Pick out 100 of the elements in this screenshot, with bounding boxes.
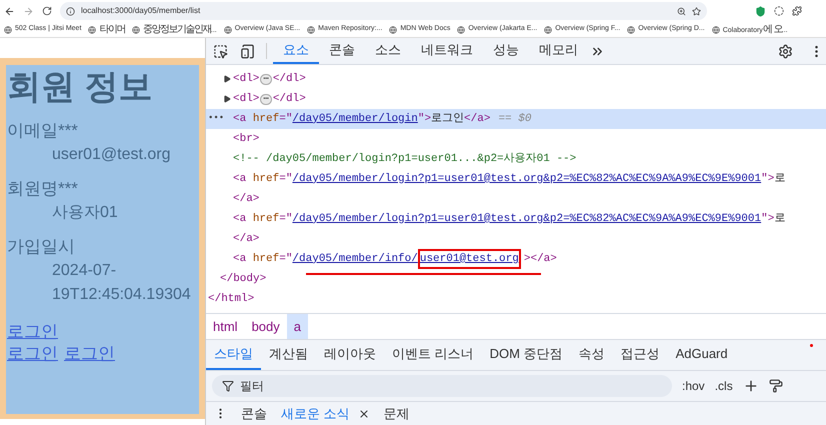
reload-icon[interactable]	[42, 6, 52, 16]
dom-line[interactable]: <br>	[206, 129, 826, 149]
site-icon[interactable]	[224, 26, 232, 34]
attribute-name: href	[252, 252, 280, 267]
html-tag: <dl>	[233, 70, 260, 88]
devtools-tab[interactable]: 콘솔	[319, 38, 365, 64]
zoom-icon[interactable]	[677, 6, 686, 16]
site-icon[interactable]	[132, 26, 140, 34]
site-icon[interactable]	[4, 26, 12, 34]
breadcrumb-item[interactable]: html	[206, 314, 245, 339]
line-menu-text[interactable]: •••	[208, 112, 224, 126]
field-value: 사용자01	[52, 203, 119, 223]
html-tag: ="	[279, 250, 292, 268]
html-tag: <dl>	[233, 90, 260, 108]
info-icon[interactable]	[66, 6, 75, 16]
close-icon[interactable]	[358, 408, 370, 420]
styles-tab[interactable]: AdGuard	[668, 340, 736, 370]
site-icon[interactable]	[627, 26, 636, 34]
drawer-tab[interactable]: 문제	[384, 404, 410, 424]
html-tag: <a	[233, 250, 253, 268]
site-icon[interactable]	[307, 26, 316, 34]
styles-tab[interactable]: 이벤트 리스너	[384, 340, 482, 370]
filter-field[interactable]: 필터	[212, 375, 672, 397]
element-text: 로	[774, 172, 786, 187]
shield-icon[interactable]	[755, 6, 766, 16]
add-rule-icon[interactable]	[742, 378, 759, 394]
settings-icon[interactable]	[778, 44, 793, 58]
dom-line[interactable]: <a href="/day05/member/login?p1=user01@test.org&p2=%EC%82%AC%EC%9A%A9%EC%9E%9001">로	[206, 209, 826, 229]
html-tag: ">	[418, 110, 432, 128]
html-tag: ></a>	[524, 250, 557, 268]
href-link[interactable]: /day05/member/info/	[292, 250, 418, 268]
device-toolbar-icon[interactable]	[240, 44, 255, 58]
dom-line[interactable]: <dl> ⋯ </dl>	[206, 69, 826, 89]
drawer-tab[interactable]: 새로운 소식	[281, 404, 370, 424]
element-text: 로그인	[431, 112, 464, 127]
attribute-name: href	[252, 112, 280, 127]
class-button[interactable]: .cls	[714, 377, 733, 395]
devtools-tab[interactable]: 소스	[365, 38, 411, 64]
html-tag: </dl>	[272, 70, 306, 88]
extensions-icon[interactable]	[792, 6, 802, 16]
styles-tab[interactable]: 접근성	[612, 340, 668, 370]
dom-line[interactable]: <!-- /day05/member/login?p1=user01...&p2=사용자01 -->	[206, 149, 826, 169]
styles-tab[interactable]: 계산됨	[261, 340, 316, 370]
html-tag: </dl>	[272, 90, 306, 108]
extension-circle-icon[interactable]	[774, 6, 784, 16]
field-value: user01@test.org	[52, 145, 172, 165]
selection-hint: == $0	[498, 112, 532, 127]
site-icon[interactable]	[544, 26, 552, 34]
href-link[interactable]: /day05/member/login?p1=user01@test.org&p2=%EC%82%AC%EC%9A%A9%EC%9E%9001	[292, 170, 762, 188]
site-icon[interactable]	[389, 26, 398, 34]
page-title: 회원 정보	[7, 67, 154, 108]
field-value: 2024-07-19T12:45:04.19304	[52, 261, 192, 305]
collapsed-content-button[interactable]: ⋯	[260, 74, 272, 84]
styles-tab[interactable]: DOM 중단점	[482, 340, 571, 370]
devtools-tab[interactable]: 메모리	[529, 38, 588, 64]
expand-triangle-icon[interactable]	[223, 95, 231, 103]
drawer-tab[interactable]: 콘솔	[241, 404, 267, 424]
devtools-tab[interactable]: 요소	[273, 38, 319, 64]
paint-roller-icon[interactable]	[768, 379, 783, 393]
html-tag: </a>	[233, 190, 260, 208]
hover-state-button[interactable]: :hov	[682, 377, 705, 395]
collapsed-content-button[interactable]: ⋯	[260, 94, 272, 104]
dom-line[interactable]: <a href="/day05/member/login?p1=user01@test.org&p2=%EC%82%AC%EC%9A%A9%EC%9E%9001">로	[206, 169, 826, 189]
html-tag: <br>	[233, 130, 260, 148]
html-tag: </body>	[220, 270, 266, 288]
dom-line[interactable]: <a href="/day05/member/info/ user01@test.org ></a>	[206, 249, 826, 269]
highlighted-link[interactable]: user01@test.org	[418, 248, 521, 270]
attribute-name: href	[252, 212, 280, 227]
html-tag: ="	[279, 210, 292, 228]
html-tag: <a	[233, 110, 253, 128]
bookmark-star-icon[interactable]	[692, 6, 701, 16]
styles-tab[interactable]: 속성	[570, 340, 613, 370]
html-tag: </a>	[464, 110, 490, 128]
attribute-name: href	[252, 172, 280, 187]
address-bar[interactable]: localhost:3000/day05/member/list	[60, 2, 707, 20]
href-link[interactable]: /day05/member/login	[292, 110, 418, 128]
html-tag: <a	[233, 210, 253, 228]
href-link[interactable]: /day05/member/login?p1=user01@test.org&p2=%EC%82%AC%EC%9A%A9%EC%9E%9001	[292, 210, 762, 228]
html-tag: ="	[279, 110, 292, 128]
site-icon[interactable]	[457, 26, 466, 34]
dom-line[interactable]: <dl> ⋯ </dl>	[206, 89, 826, 109]
breadcrumb-item[interactable]: a	[286, 314, 308, 339]
bookmark-label: 타이머	[99, 23, 125, 37]
field-label: 가입일시	[7, 236, 76, 258]
breadcrumb-item[interactable]: body	[244, 314, 287, 339]
site-icon[interactable]	[88, 26, 96, 34]
styles-tab[interactable]: 레이아웃	[316, 340, 384, 370]
field-label: 회원명***	[7, 178, 79, 200]
html-comment: <!-- /day05/member/login?p1=user01...&p2=사용자01 -->	[233, 152, 576, 167]
html-tag: ">	[761, 210, 774, 228]
expand-triangle-icon[interactable]	[223, 75, 231, 83]
inspect-element-icon[interactable]	[213, 44, 228, 58]
html-tag: ="	[279, 170, 292, 188]
devtools-tab[interactable]: 성능	[483, 38, 529, 64]
devtools-tab[interactable]: 네트워크	[411, 38, 483, 64]
element-text: 로	[774, 212, 786, 227]
field-label: 이메일***	[7, 120, 79, 142]
html-tag: <a	[233, 170, 253, 188]
site-icon[interactable]	[712, 26, 720, 34]
back-icon[interactable]	[4, 6, 15, 16]
